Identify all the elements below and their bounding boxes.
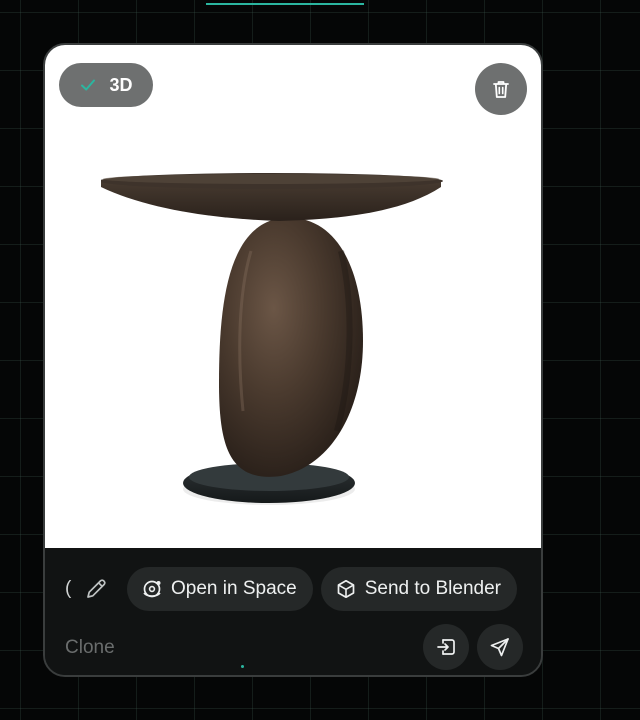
import-icon: [437, 639, 455, 655]
selection-accent-bar: [206, 3, 364, 5]
model-preview[interactable]: 3D: [45, 45, 541, 548]
3d-badge-label: 3D: [109, 74, 133, 95]
trash-icon: [493, 81, 509, 98]
pencil-icon: [87, 579, 106, 598]
3d-badge[interactable]: 3D: [59, 63, 153, 107]
prompt-row: [65, 624, 523, 670]
side-table-model-image: [101, 173, 443, 505]
delete-button[interactable]: [475, 63, 527, 115]
send-button[interactable]: [477, 624, 523, 670]
generation-card: 3D (Open in Space Send to Blender Clone: [43, 43, 543, 677]
canvas-marker-dot: [241, 665, 244, 668]
prompt-input[interactable]: [65, 628, 365, 668]
edit-button[interactable]: [81, 574, 111, 604]
send-to-blender-button[interactable]: Send to Blender: [320, 567, 517, 611]
open-in-space-button[interactable]: Open in Space: [127, 567, 313, 611]
action-row: ( Open in Space Send to Blender: [65, 566, 517, 612]
check-icon: [81, 79, 96, 91]
cube-icon: [337, 579, 355, 599]
truncated-title-text: (: [65, 578, 72, 599]
send-icon: [490, 638, 509, 657]
orbit-icon: [143, 580, 161, 598]
open-in-space-label: Open in Space: [171, 578, 297, 599]
import-button[interactable]: [423, 624, 469, 670]
card-footer: ( Open in Space Send to Blender Clone: [45, 548, 541, 675]
send-to-blender-label: Send to Blender: [364, 578, 501, 599]
